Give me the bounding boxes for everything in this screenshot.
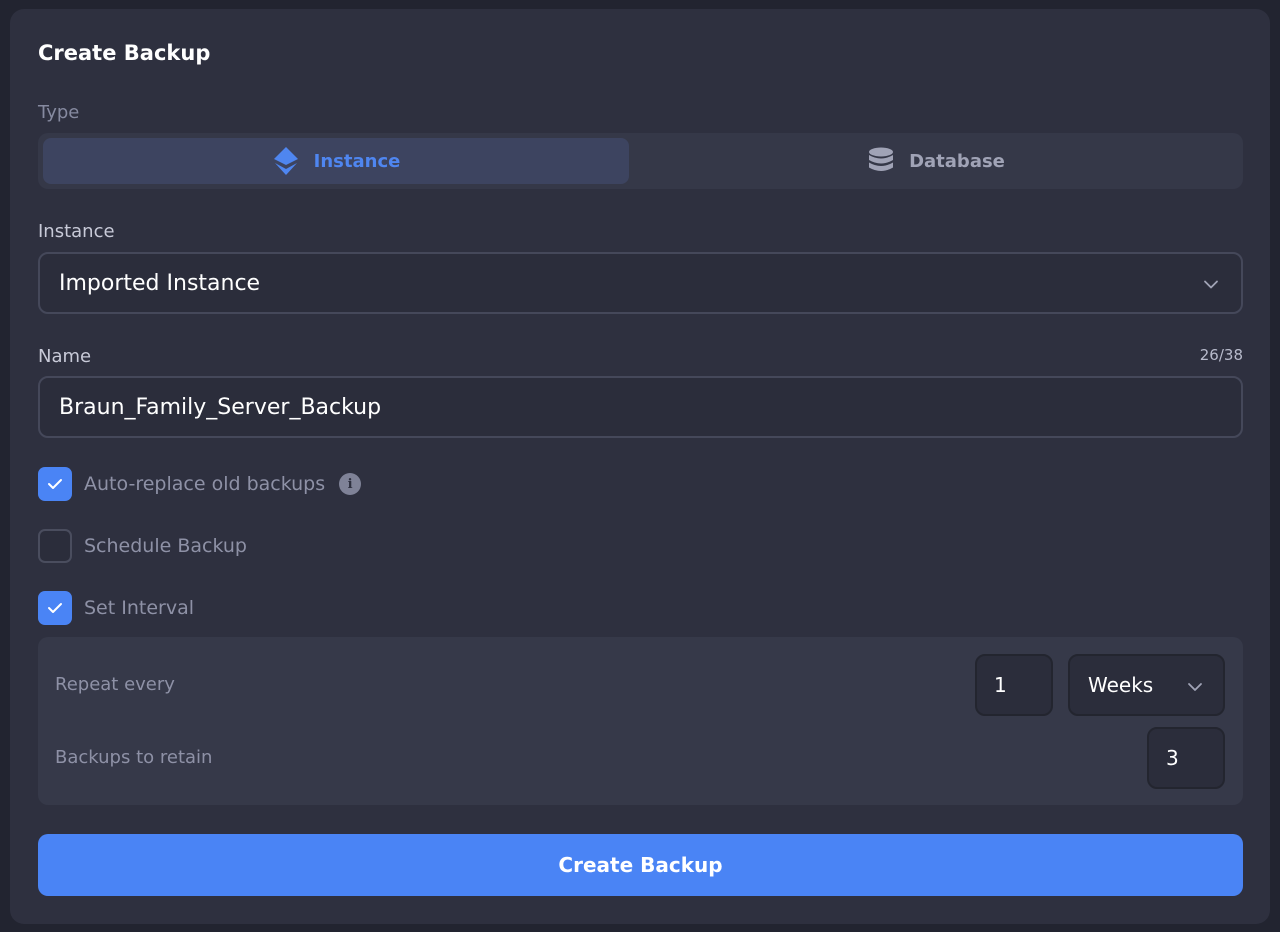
name-label: Name — [38, 346, 92, 367]
auto-replace-label: Auto-replace old backups — [84, 473, 326, 495]
layers-icon — [272, 145, 300, 177]
create-backup-dialog: Create Backup Type Instance Database Ins… — [10, 9, 1270, 924]
database-icon — [867, 146, 895, 176]
dialog-title: Create Backup — [38, 41, 211, 65]
auto-replace-option: Auto-replace old backups i — [38, 467, 362, 501]
repeat-count-value: 1 — [994, 673, 1007, 697]
backups-to-retain-input[interactable]: 3 — [1147, 727, 1225, 789]
set-interval-checkbox[interactable] — [38, 591, 72, 625]
backups-to-retain-label: Backups to retain — [55, 747, 213, 768]
schedule-backup-checkbox[interactable] — [38, 529, 72, 563]
check-icon — [48, 479, 62, 489]
name-character-counter: 26/38 — [1199, 346, 1243, 364]
set-interval-option: Set Interval — [38, 591, 194, 625]
type-option-instance[interactable]: Instance — [43, 138, 629, 184]
schedule-backup-option: Schedule Backup — [38, 529, 247, 563]
backups-to-retain-value: 3 — [1166, 746, 1179, 770]
instance-select-value: Imported Instance — [59, 270, 261, 296]
interval-settings: Repeat every 1 Weeks Backups to retain 3 — [38, 637, 1243, 805]
instance-select[interactable]: Imported Instance — [38, 252, 1243, 314]
type-segmented-control: Instance Database — [38, 133, 1243, 189]
type-option-database[interactable]: Database — [634, 138, 1238, 184]
type-option-database-label: Database — [909, 150, 1005, 172]
chevron-down-icon — [1203, 271, 1219, 296]
repeat-unit-value: Weeks — [1088, 673, 1154, 697]
repeat-count-input[interactable]: 1 — [975, 654, 1053, 716]
set-interval-label: Set Interval — [84, 597, 195, 619]
create-backup-button[interactable]: Create Backup — [38, 834, 1243, 896]
name-input-value: Braun_Family_Server_Backup — [59, 394, 382, 420]
schedule-backup-label: Schedule Backup — [84, 535, 247, 557]
name-input[interactable]: Braun_Family_Server_Backup — [38, 376, 1243, 438]
check-icon — [48, 603, 62, 613]
repeat-unit-select[interactable]: Weeks — [1068, 654, 1225, 716]
info-icon[interactable]: i — [339, 473, 362, 495]
instance-label: Instance — [38, 221, 115, 242]
repeat-every-label: Repeat every — [55, 674, 175, 695]
chevron-down-icon — [1187, 673, 1203, 697]
type-option-instance-label: Instance — [313, 150, 401, 172]
auto-replace-checkbox[interactable] — [38, 467, 72, 501]
type-label: Type — [38, 102, 80, 123]
